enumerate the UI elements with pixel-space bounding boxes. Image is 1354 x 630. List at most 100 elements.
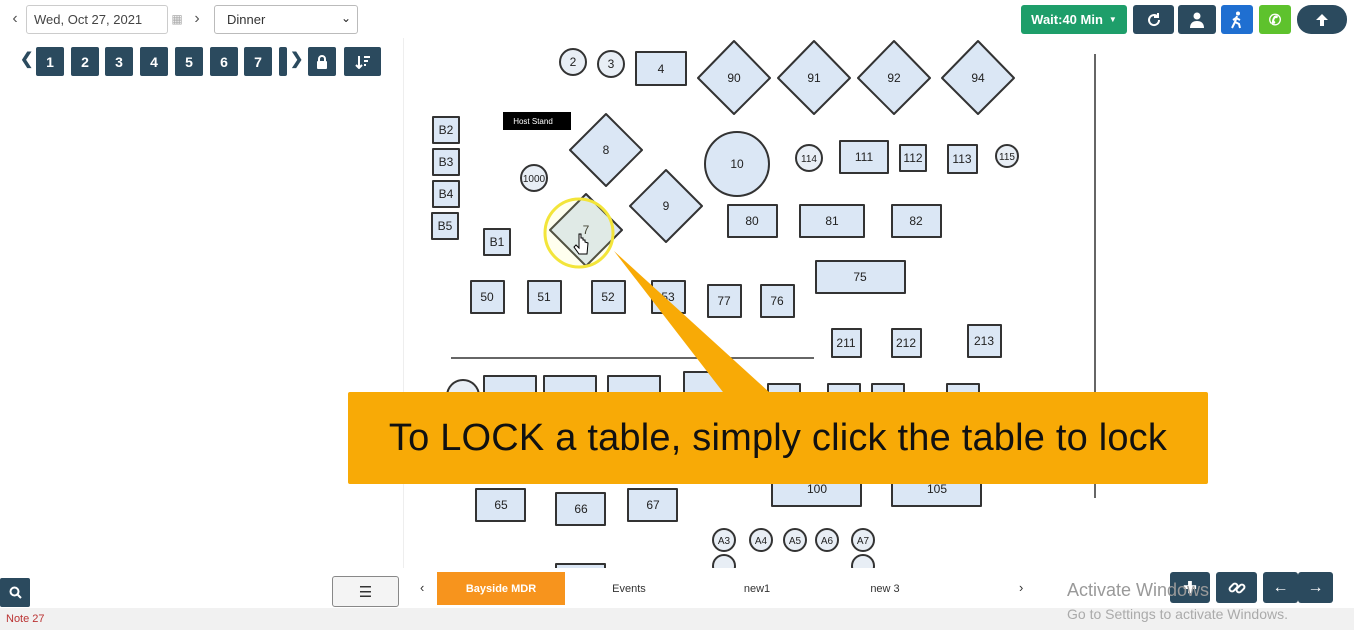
- tab-new1[interactable]: new1: [693, 572, 821, 605]
- tab-bayside-mdr[interactable]: Bayside MDR: [437, 572, 565, 605]
- section-button-partial[interactable]: [279, 47, 287, 76]
- table-2[interactable]: 2: [559, 48, 587, 76]
- table-115[interactable]: 115: [995, 144, 1019, 168]
- table-A5[interactable]: A5: [783, 528, 807, 552]
- tab-new-3[interactable]: new 3: [821, 572, 949, 605]
- table-B5[interactable]: B5: [431, 212, 459, 240]
- table-76[interactable]: 76: [760, 284, 795, 318]
- section-button-1[interactable]: 1: [36, 47, 64, 76]
- phone-button[interactable]: ✆: [1259, 5, 1291, 34]
- svg-text:66: 66: [574, 502, 588, 516]
- section-button-2[interactable]: 2: [71, 47, 99, 76]
- table-114[interactable]: 114: [795, 144, 823, 172]
- chevron-right-icon[interactable]: ❯: [290, 49, 303, 69]
- svg-text:81: 81: [825, 214, 839, 228]
- list-view-button[interactable]: ☰: [332, 576, 399, 607]
- calendar-icon[interactable]: ▦: [170, 9, 184, 29]
- svg-text:213: 213: [974, 334, 994, 348]
- walk-in-button[interactable]: [1221, 5, 1253, 34]
- svg-text:91: 91: [807, 71, 821, 85]
- table-112[interactable]: 112: [899, 144, 927, 172]
- table-3[interactable]: 3: [597, 50, 625, 78]
- table-211[interactable]: 211: [831, 328, 862, 358]
- svg-text:77: 77: [717, 294, 731, 308]
- search-icon: [9, 586, 22, 599]
- table-50[interactable]: 50: [470, 280, 505, 314]
- table-65[interactable]: 65: [475, 488, 526, 522]
- svg-text:105: 105: [927, 482, 947, 496]
- table-A7[interactable]: A7: [851, 528, 875, 552]
- table-A3[interactable]: A3: [712, 528, 736, 552]
- table-B1[interactable]: B1: [483, 228, 511, 256]
- svg-text:111: 111: [855, 150, 874, 164]
- table-52[interactable]: 52: [591, 280, 626, 314]
- svg-text:A7: A7: [857, 536, 870, 547]
- refresh-button[interactable]: [1133, 5, 1174, 34]
- user-button[interactable]: [1178, 5, 1216, 34]
- table-90[interactable]: 90: [697, 40, 771, 115]
- callout-text: To LOCK a table, simply click the table …: [388, 416, 1168, 459]
- table-B3[interactable]: B3: [432, 148, 460, 176]
- svg-text:2: 2: [570, 55, 577, 69]
- next-date-icon[interactable]: ›: [188, 6, 206, 32]
- table-1000[interactable]: 1000: [520, 164, 548, 192]
- table-9[interactable]: 9: [629, 169, 703, 243]
- svg-text:9: 9: [663, 199, 670, 213]
- table-10[interactable]: 10: [704, 131, 770, 197]
- table-94[interactable]: 94: [941, 40, 1015, 115]
- svg-text:100: 100: [807, 482, 827, 496]
- floor-tabs: ‹ Bayside MDR Events new1 new 3: [403, 568, 1023, 606]
- prev-date-icon[interactable]: ‹: [6, 6, 24, 32]
- table-A4[interactable]: A4: [749, 528, 773, 552]
- list-icon: ☰: [358, 583, 373, 601]
- table-92[interactable]: 92: [857, 40, 931, 115]
- note-text: Note 27: [6, 613, 45, 625]
- chevron-left-icon[interactable]: ❮: [20, 49, 33, 69]
- svg-text:8: 8: [603, 143, 610, 157]
- sort-button[interactable]: [344, 47, 381, 76]
- search-button[interactable]: [0, 578, 30, 607]
- meal-period-value: Dinner: [227, 12, 266, 27]
- refresh-icon: [1147, 12, 1160, 26]
- table-8[interactable]: 8: [569, 113, 643, 187]
- svg-text:94: 94: [971, 71, 985, 85]
- meal-period-select[interactable]: Dinner ⌄: [214, 5, 358, 34]
- table-A6[interactable]: A6: [815, 528, 839, 552]
- table-67[interactable]: 67: [627, 488, 678, 522]
- section-button-5[interactable]: 5: [175, 47, 203, 76]
- table-77[interactable]: 77: [707, 284, 742, 318]
- table-75[interactable]: 75: [815, 260, 906, 294]
- section-button-4[interactable]: 4: [140, 47, 168, 76]
- scroll-up-button[interactable]: [1297, 5, 1347, 34]
- section-button-3[interactable]: 3: [105, 47, 133, 76]
- lock-button[interactable]: [308, 47, 336, 76]
- table-111[interactable]: 111: [839, 140, 889, 174]
- svg-text:Host Stand: Host Stand: [513, 117, 553, 126]
- section-button-7[interactable]: 7: [244, 47, 272, 76]
- table-66[interactable]: 66: [555, 492, 606, 526]
- date-field[interactable]: Wed, Oct 27, 2021: [26, 5, 168, 34]
- svg-text:113: 113: [952, 152, 971, 166]
- table-82[interactable]: 82: [891, 204, 942, 238]
- link-tables-button[interactable]: [1216, 572, 1257, 603]
- svg-text:B1: B1: [490, 235, 505, 249]
- tab-events[interactable]: Events: [565, 572, 693, 605]
- table-212[interactable]: 212: [891, 328, 922, 358]
- section-button-6[interactable]: 6: [210, 47, 238, 76]
- table-113[interactable]: 113: [947, 144, 978, 174]
- table-51[interactable]: 51: [527, 280, 562, 314]
- svg-text:65: 65: [494, 498, 508, 512]
- prev-arrow-button[interactable]: ←: [1263, 572, 1298, 603]
- table-4[interactable]: 4: [635, 51, 687, 86]
- svg-text:80: 80: [745, 214, 759, 228]
- wait-time-button[interactable]: Wait:40 Min ▼: [1021, 5, 1127, 34]
- tabs-next-icon[interactable]: ›: [1019, 580, 1023, 595]
- table-B2[interactable]: B2: [432, 116, 460, 144]
- table-80[interactable]: 80: [727, 204, 778, 238]
- table-91[interactable]: 91: [777, 40, 851, 115]
- next-arrow-button[interactable]: →: [1298, 572, 1333, 603]
- table-213[interactable]: 213: [967, 324, 1002, 358]
- tabs-prev-icon[interactable]: ‹: [420, 580, 424, 595]
- table-B4[interactable]: B4: [432, 180, 460, 208]
- table-81[interactable]: 81: [799, 204, 865, 238]
